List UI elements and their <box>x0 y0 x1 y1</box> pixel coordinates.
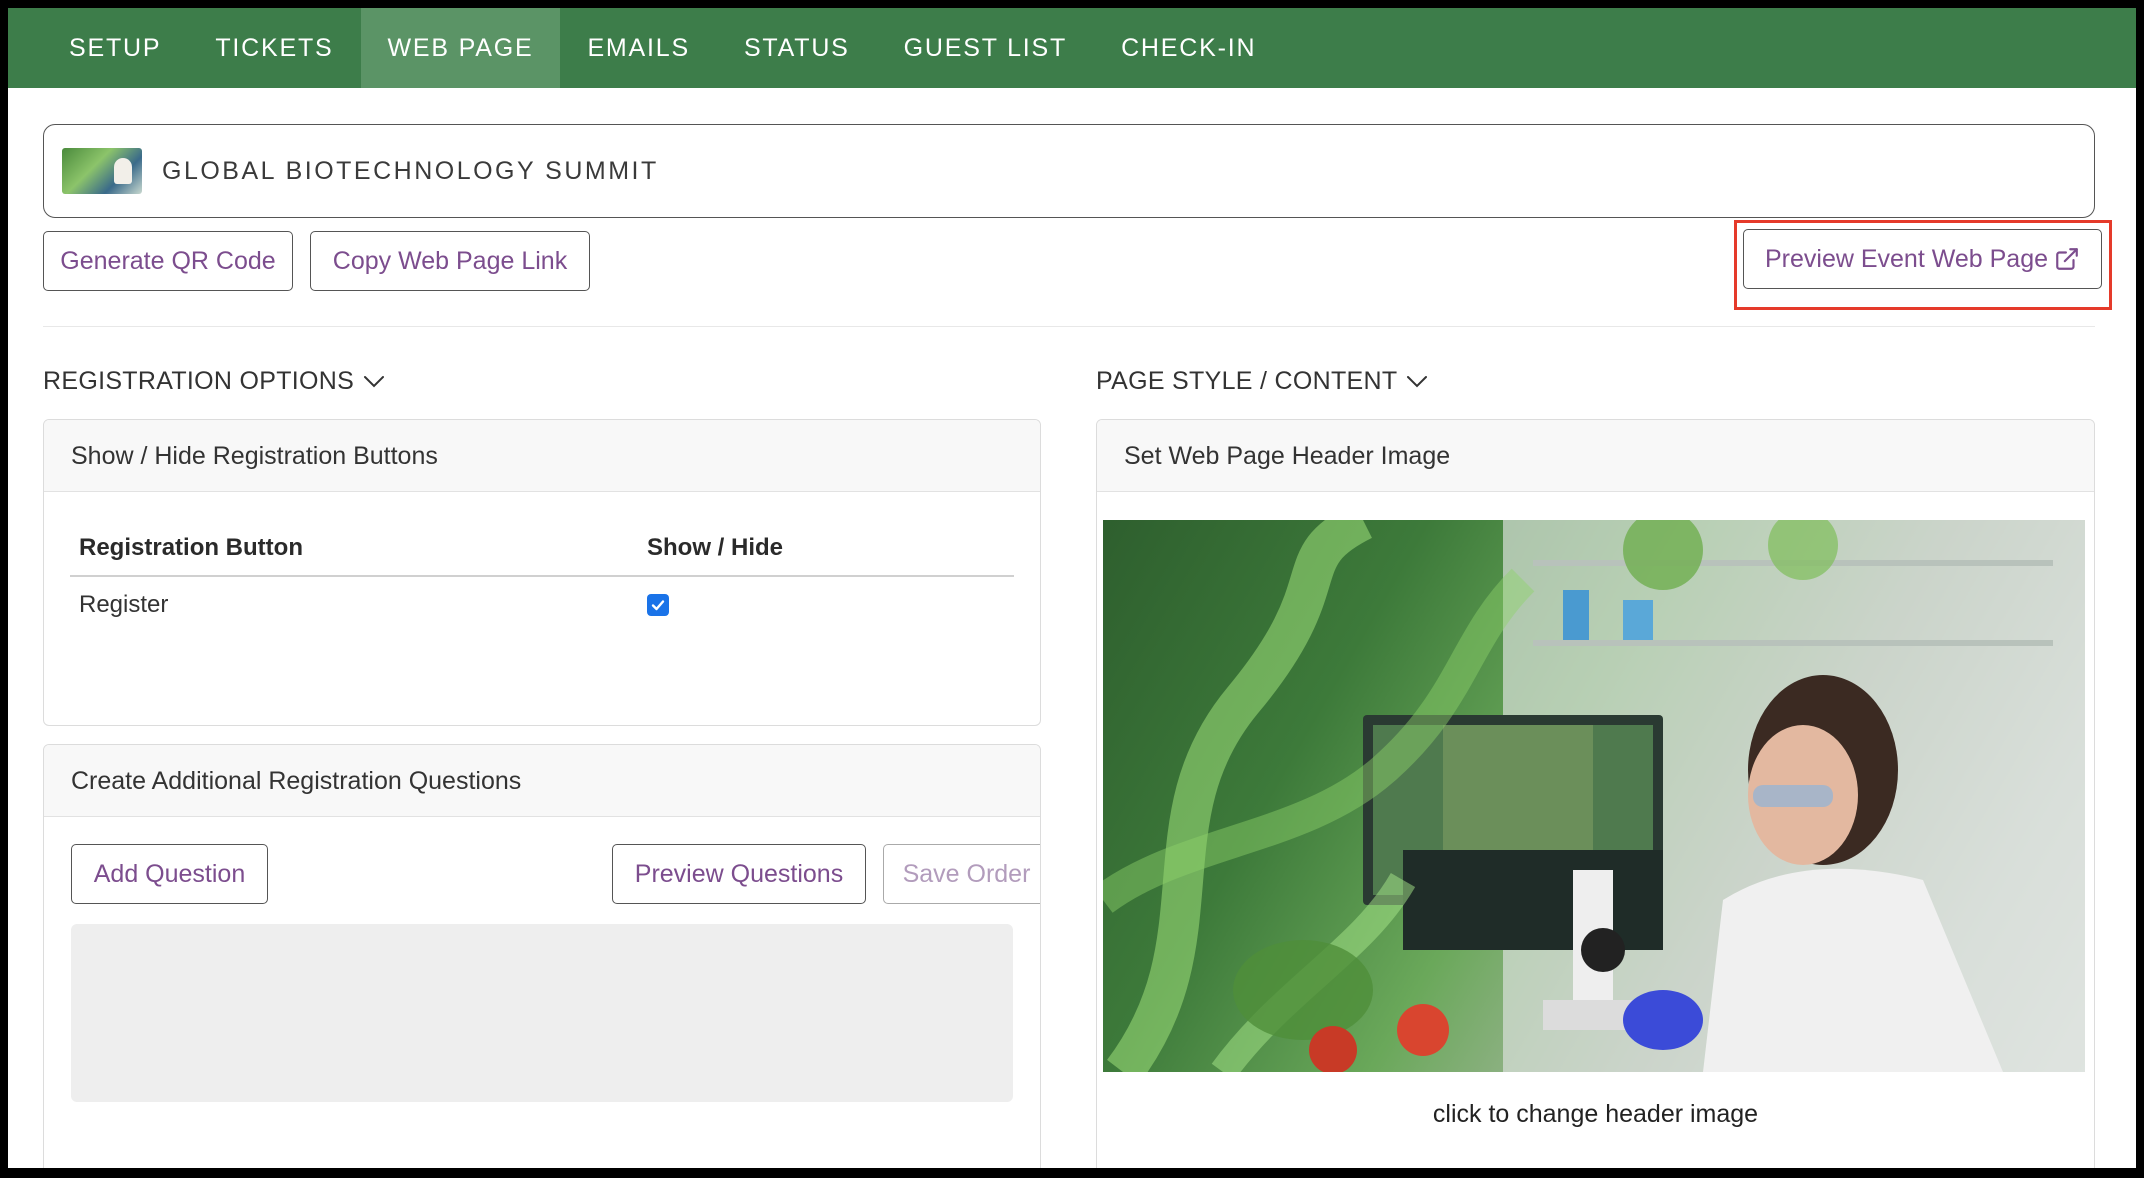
external-link-icon <box>2056 248 2078 270</box>
questions-list-area <box>71 924 1013 1102</box>
tab-tickets[interactable]: TICKETS <box>188 8 360 88</box>
registration-options-toggle[interactable]: REGISTRATION OPTIONS <box>43 361 386 401</box>
event-selector[interactable]: GLOBAL BIOTECHNOLOGY SUMMIT <box>43 124 2095 218</box>
column-header-show-hide: Show / Hide <box>638 520 1014 577</box>
header-image-illustration <box>1103 520 2085 1072</box>
save-order-button[interactable]: Save Order <box>883 844 1040 904</box>
registration-options-title: REGISTRATION OPTIONS <box>43 366 355 395</box>
copy-web-page-link-button[interactable]: Copy Web Page Link <box>310 231 590 291</box>
tab-status[interactable]: STATUS <box>717 8 877 88</box>
add-question-button[interactable]: Add Question <box>71 844 268 904</box>
table-row: Register <box>70 576 1014 632</box>
tab-web-page[interactable]: WEB PAGE <box>360 8 561 88</box>
preview-event-web-page-label: Preview Event Web Page <box>1764 244 2049 273</box>
tab-check-in[interactable]: CHECK-IN <box>1094 8 1283 88</box>
show-register-checkbox[interactable] <box>647 594 669 617</box>
preview-questions-button[interactable]: Preview Questions <box>612 844 866 904</box>
panel-title: Create Additional Registration Questions <box>44 745 1040 817</box>
registration-buttons-table: Registration Button Show / Hide Register <box>70 520 1014 632</box>
generate-qr-code-button[interactable]: Generate QR Code <box>43 231 293 291</box>
event-title: GLOBAL BIOTECHNOLOGY SUMMIT <box>162 156 659 185</box>
page-style-content-title: PAGE STYLE / CONTENT <box>1096 366 1398 395</box>
header-image-panel: Set Web Page Header Image click to chang… <box>1096 419 2095 1168</box>
app-window: SETUP TICKETS WEB PAGE EMAILS STATUS GUE… <box>8 8 2136 1168</box>
chevron-down-icon <box>1407 376 1428 388</box>
show-hide-registration-panel: Show / Hide Registration Buttons Registr… <box>43 419 1041 726</box>
registration-button-name: Register <box>79 590 169 618</box>
header-image[interactable] <box>1103 520 2085 1072</box>
panel-title: Show / Hide Registration Buttons <box>44 420 1040 492</box>
column-header-registration-button: Registration Button <box>70 520 638 577</box>
additional-questions-panel: Create Additional Registration Questions… <box>43 744 1041 1168</box>
preview-event-web-page-button[interactable]: Preview Event Web Page <box>1743 229 2102 289</box>
divider <box>43 326 2095 327</box>
tab-emails[interactable]: EMAILS <box>560 8 717 88</box>
chevron-down-icon <box>364 376 385 388</box>
page-style-content-toggle[interactable]: PAGE STYLE / CONTENT <box>1096 361 1429 401</box>
event-thumbnail <box>62 148 142 194</box>
tab-setup[interactable]: SETUP <box>42 8 188 88</box>
change-header-image-link[interactable]: click to change header image <box>1097 1100 2094 1129</box>
top-nav: SETUP TICKETS WEB PAGE EMAILS STATUS GUE… <box>8 8 2136 88</box>
tab-guest-list[interactable]: GUEST LIST <box>877 8 1094 88</box>
panel-title: Set Web Page Header Image <box>1097 420 2094 492</box>
check-icon <box>651 600 665 611</box>
